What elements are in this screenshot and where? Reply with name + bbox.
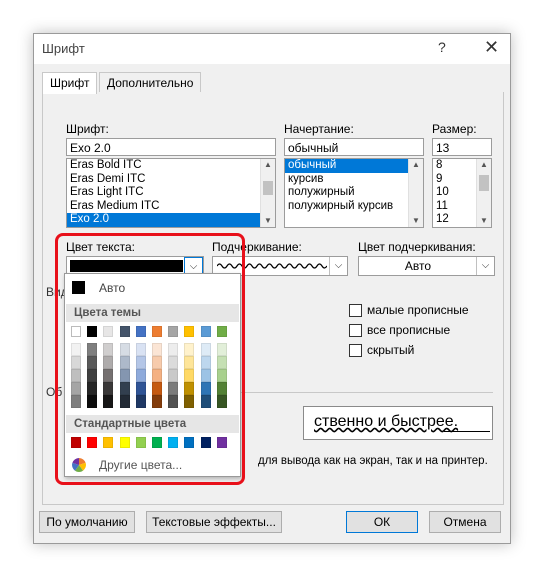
highlight-frame — [55, 233, 245, 485]
style-list-scrollbar[interactable]: ▲ ▼ — [408, 159, 423, 227]
all-caps-label: все прописные — [367, 323, 451, 337]
scroll-down-icon[interactable]: ▼ — [477, 215, 491, 227]
size-list-scrollbar[interactable]: ▲ ▼ — [476, 159, 491, 227]
scroll-down-icon[interactable]: ▼ — [409, 215, 423, 227]
hidden-checkbox[interactable] — [349, 344, 362, 357]
text-effects-button[interactable]: Текстовые эффекты... — [146, 511, 282, 533]
preview-line — [444, 431, 490, 432]
underline-color-value: Авто — [404, 259, 432, 273]
underline-color-combo[interactable]: Авто ⌵ — [358, 256, 495, 276]
chevron-down-icon[interactable]: ⌵ — [329, 257, 347, 275]
preview-box: ственно и быстрее. — [303, 406, 493, 440]
small-caps-label: малые прописные — [367, 303, 469, 317]
size-list[interactable]: 8 9 10 11 12 ▲ ▼ — [432, 158, 492, 228]
scroll-thumb[interactable] — [479, 175, 489, 191]
list-item-selected[interactable]: обычный — [285, 159, 409, 173]
hidden-label: скрытый — [367, 343, 415, 357]
preview-text: ственно и быстрее. — [314, 413, 459, 430]
underline-color-label: Цвет подчеркивания: — [358, 240, 476, 254]
all-caps-checkbox[interactable] — [349, 324, 362, 337]
chevron-down-icon[interactable]: ⌵ — [476, 257, 494, 275]
window-title: Шрифт — [42, 41, 85, 56]
style-input[interactable]: обычный — [284, 138, 424, 156]
font-list[interactable]: Eras Bold ITC Eras Demi ITC Eras Light I… — [66, 158, 276, 228]
scroll-up-icon[interactable]: ▲ — [409, 159, 423, 171]
scroll-thumb[interactable] — [263, 181, 273, 195]
font-label: Шрифт: — [66, 122, 109, 136]
cancel-button[interactable]: Отмена — [429, 511, 501, 533]
close-icon[interactable]: ✕ — [484, 37, 499, 58]
size-label: Размер: — [432, 122, 477, 136]
list-item[interactable]: полужирный — [285, 186, 423, 200]
small-caps-checkbox[interactable] — [349, 304, 362, 317]
font-list-scrollbar[interactable]: ▲ ▼ — [260, 159, 275, 227]
list-item[interactable]: Eras Light ITC — [67, 186, 275, 200]
size-input[interactable]: 13 — [432, 138, 492, 156]
set-default-button[interactable]: По умолчанию — [39, 511, 135, 533]
list-item[interactable]: Eras Medium ITC — [67, 200, 275, 214]
list-item[interactable]: Eras Bold ITC — [67, 159, 275, 173]
style-label: Начертание: — [284, 122, 354, 136]
tab-font[interactable]: Шрифт — [42, 72, 98, 94]
scroll-up-icon[interactable]: ▲ — [261, 159, 275, 171]
preview-divider — [203, 392, 493, 393]
preview-note: для вывода как на экран, так и на принте… — [258, 455, 488, 467]
font-input[interactable]: Exo 2.0 — [66, 138, 276, 156]
title-bar: Шрифт ? ✕ — [34, 34, 510, 64]
tab-advanced[interactable]: Дополнительно — [99, 72, 202, 93]
list-item[interactable]: полужирный курсив — [285, 200, 423, 214]
scroll-up-icon[interactable]: ▲ — [477, 159, 491, 171]
style-list[interactable]: обычный курсив полужирный полужирный кур… — [284, 158, 424, 228]
help-icon[interactable]: ? — [438, 39, 446, 55]
ok-button[interactable]: ОК — [346, 511, 418, 533]
list-item[interactable]: Eras Demi ITC — [67, 173, 275, 187]
list-item-selected[interactable]: Exo 2.0 — [67, 213, 275, 227]
list-item[interactable]: курсив — [285, 173, 423, 187]
scroll-down-icon[interactable]: ▼ — [261, 215, 275, 227]
